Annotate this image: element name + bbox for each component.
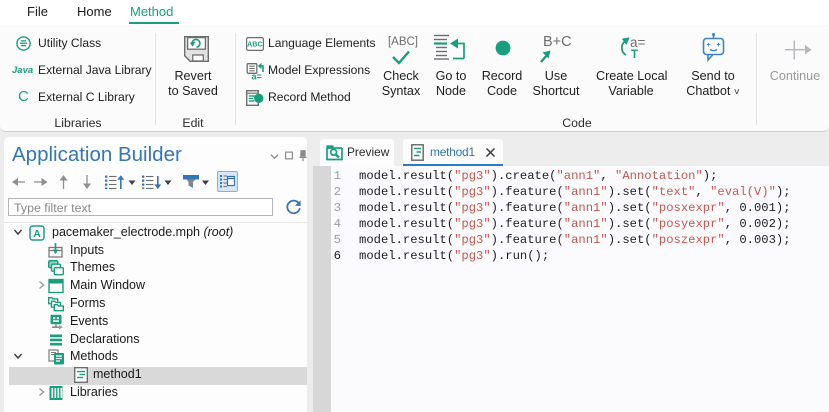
svg-text:ABC: ABC xyxy=(247,40,263,49)
svg-text:T: T xyxy=(631,49,638,60)
svg-text:A: A xyxy=(33,228,41,240)
svg-text:+: + xyxy=(707,42,711,49)
svg-text:a=: a= xyxy=(630,35,646,50)
svg-text:+: + xyxy=(717,42,721,49)
svg-text:a=: a= xyxy=(252,72,262,81)
